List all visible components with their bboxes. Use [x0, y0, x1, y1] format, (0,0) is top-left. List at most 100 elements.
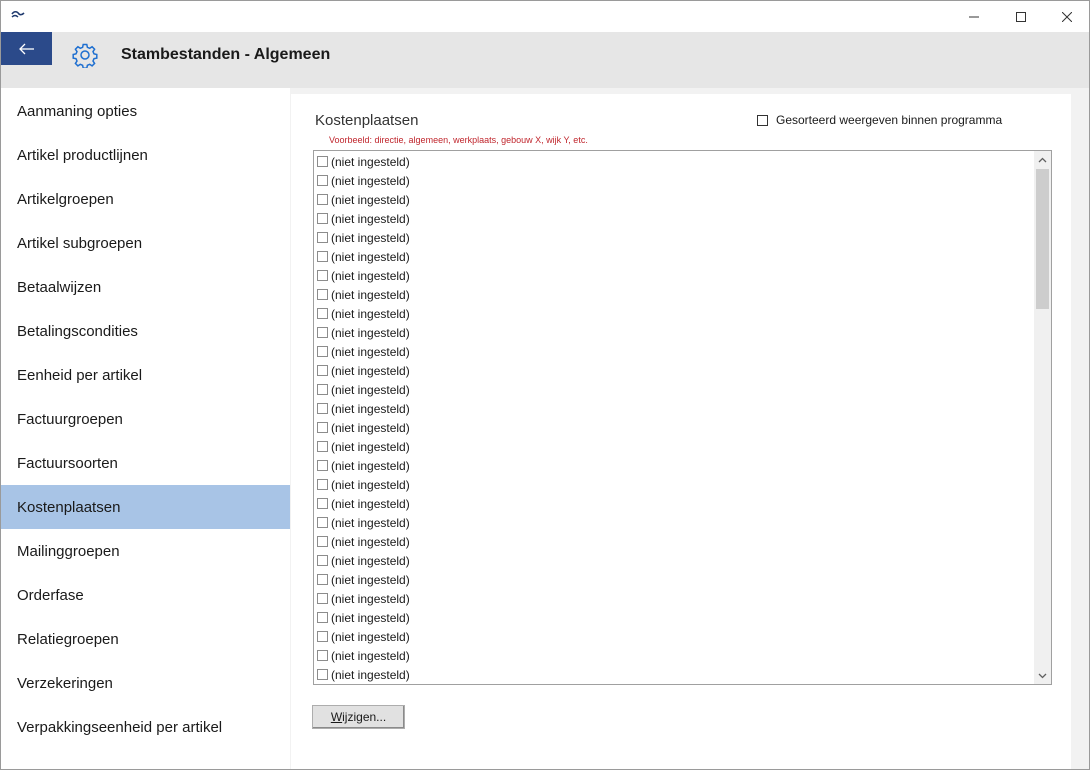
scroll-thumb[interactable]: [1036, 169, 1049, 309]
list-item-label: (niet ingesteld): [331, 439, 410, 454]
list-item-checkbox[interactable]: [317, 650, 328, 661]
list-item-checkbox[interactable]: [317, 612, 328, 623]
sidebar-item[interactable]: Orderfase: [1, 573, 290, 617]
scroll-up-button[interactable]: [1034, 151, 1051, 168]
checkbox-box[interactable]: [757, 114, 768, 126]
close-button[interactable]: [1044, 1, 1089, 32]
list-item-checkbox[interactable]: [317, 593, 328, 604]
list-item-checkbox[interactable]: [317, 460, 328, 471]
list-item-checkbox[interactable]: [317, 175, 328, 186]
list-item[interactable]: (niet ingesteld): [316, 152, 1034, 171]
list-item[interactable]: (niet ingesteld): [316, 190, 1034, 209]
sidebar-item[interactable]: Verpakkingseenheid per artikel: [1, 705, 290, 749]
list-item-checkbox[interactable]: [317, 498, 328, 509]
list-item[interactable]: (niet ingesteld): [316, 266, 1034, 285]
list-item[interactable]: (niet ingesteld): [316, 589, 1034, 608]
sidebar-item[interactable]: Factuurgroepen: [1, 397, 290, 441]
list-item-checkbox[interactable]: [317, 346, 328, 357]
main-content: Kostenplaatsen Voorbeeld: directie, alge…: [290, 88, 1089, 769]
sidebar-item[interactable]: Artikel subgroepen: [1, 221, 290, 265]
list-item-checkbox[interactable]: [317, 422, 328, 433]
sidebar-item-label: Orderfase: [17, 586, 84, 604]
list-item-label: (niet ingesteld): [331, 344, 410, 359]
sidebar-item-label: Factuurgroepen: [17, 410, 123, 428]
list-item[interactable]: (niet ingesteld): [316, 323, 1034, 342]
list-item[interactable]: (niet ingesteld): [316, 513, 1034, 532]
chevron-down-icon: [1038, 673, 1047, 678]
list-item[interactable]: (niet ingesteld): [316, 399, 1034, 418]
sidebar-item[interactable]: Eenheid per artikel: [1, 353, 290, 397]
sidebar-item[interactable]: Artikelgroepen: [1, 177, 290, 221]
list-item-checkbox[interactable]: [317, 517, 328, 528]
list-item[interactable]: (niet ingesteld): [316, 475, 1034, 494]
content-panel: Kostenplaatsen Voorbeeld: directie, alge…: [291, 94, 1071, 769]
list-item[interactable]: (niet ingesteld): [316, 171, 1034, 190]
list-item-checkbox[interactable]: [317, 441, 328, 452]
sidebar-item[interactable]: Mailinggroepen: [1, 529, 290, 573]
list-item[interactable]: (niet ingesteld): [316, 570, 1034, 589]
list-item-checkbox[interactable]: [317, 251, 328, 262]
minimize-button[interactable]: [951, 1, 997, 32]
sidebar-item[interactable]: Betaalwijzen: [1, 265, 290, 309]
sidebar-item[interactable]: Artikel productlijnen: [1, 133, 290, 177]
maximize-button[interactable]: [998, 1, 1044, 32]
list-item-label: (niet ingesteld): [331, 667, 410, 682]
list-item[interactable]: (niet ingesteld): [316, 418, 1034, 437]
list-item[interactable]: (niet ingesteld): [316, 228, 1034, 247]
scroll-down-button[interactable]: [1034, 667, 1051, 684]
list-item-checkbox[interactable]: [317, 156, 328, 167]
list-item[interactable]: (niet ingesteld): [316, 342, 1034, 361]
cost-center-list[interactable]: (niet ingesteld) (niet ingesteld) (niet in…: [313, 150, 1052, 685]
list-item-checkbox[interactable]: [317, 365, 328, 376]
list-item[interactable]: (niet ingesteld): [316, 380, 1034, 399]
list-item[interactable]: (niet ingesteld): [316, 532, 1034, 551]
sidebar-item[interactable]: Verzekeringen: [1, 661, 290, 705]
list-item[interactable]: (niet ingesteld): [316, 209, 1034, 228]
list-item[interactable]: (niet ingesteld): [316, 437, 1034, 456]
vertical-scrollbar[interactable]: [1034, 151, 1051, 684]
list-item[interactable]: (niet ingesteld): [316, 361, 1034, 380]
change-button[interactable]: Wijzigen...: [312, 705, 405, 729]
list-item-checkbox[interactable]: [317, 308, 328, 319]
list-item-checkbox[interactable]: [317, 574, 328, 585]
sidebar-item[interactable]: Kostenplaatsen: [1, 485, 290, 529]
list-item-checkbox[interactable]: [317, 270, 328, 281]
list-item-checkbox[interactable]: [317, 536, 328, 547]
list-item-checkbox[interactable]: [317, 194, 328, 205]
sidebar-item[interactable]: Aanmaning opties: [1, 89, 290, 133]
list-item-label: (niet ingesteld): [331, 401, 410, 416]
sorted-display-checkbox[interactable]: Gesorteerd weergeven binnen programma: [757, 113, 1002, 127]
list-item-checkbox[interactable]: [317, 555, 328, 566]
app-icon: [11, 10, 25, 18]
example-hint: Voorbeeld: directie, algemeen, werkplaat…: [329, 135, 588, 145]
list-item-label: (niet ingesteld): [331, 325, 410, 340]
list-item[interactable]: (niet ingesteld): [316, 304, 1034, 323]
sidebar-item-label: Aanmaning opties: [17, 102, 138, 120]
list-item[interactable]: (niet ingesteld): [316, 285, 1034, 304]
sidebar-item-label: Verpakkingseenheid per artikel: [17, 718, 223, 736]
list-item-checkbox[interactable]: [317, 384, 328, 395]
list-item-checkbox[interactable]: [317, 631, 328, 642]
list-item[interactable]: (niet ingesteld): [316, 494, 1034, 513]
list-item[interactable]: (niet ingesteld): [316, 456, 1034, 475]
list-item[interactable]: (niet ingesteld): [316, 665, 1034, 684]
list-item[interactable]: (niet ingesteld): [316, 646, 1034, 665]
sidebar-item[interactable]: Relatiegroepen: [1, 617, 290, 661]
list-item-checkbox[interactable]: [317, 327, 328, 338]
list-item-checkbox[interactable]: [317, 232, 328, 243]
sorted-display-label: Gesorteerd weergeven binnen programma: [776, 113, 1003, 127]
list-item-checkbox[interactable]: [317, 213, 328, 224]
sidebar-item-label: Betalingscondities: [17, 322, 138, 340]
back-button[interactable]: [1, 32, 52, 65]
list-item[interactable]: (niet ingesteld): [316, 608, 1034, 627]
sidebar-item[interactable]: Betalingscondities: [1, 309, 290, 353]
list-item-checkbox[interactable]: [317, 479, 328, 490]
list-item-checkbox[interactable]: [317, 669, 328, 680]
list-item[interactable]: (niet ingesteld): [316, 627, 1034, 646]
list-item[interactable]: (niet ingesteld): [316, 551, 1034, 570]
list-item-checkbox[interactable]: [317, 289, 328, 300]
list-item[interactable]: (niet ingesteld): [316, 247, 1034, 266]
list-item-label: (niet ingesteld): [331, 192, 410, 207]
sidebar-item[interactable]: Factuursoorten: [1, 441, 290, 485]
list-item-checkbox[interactable]: [317, 403, 328, 414]
